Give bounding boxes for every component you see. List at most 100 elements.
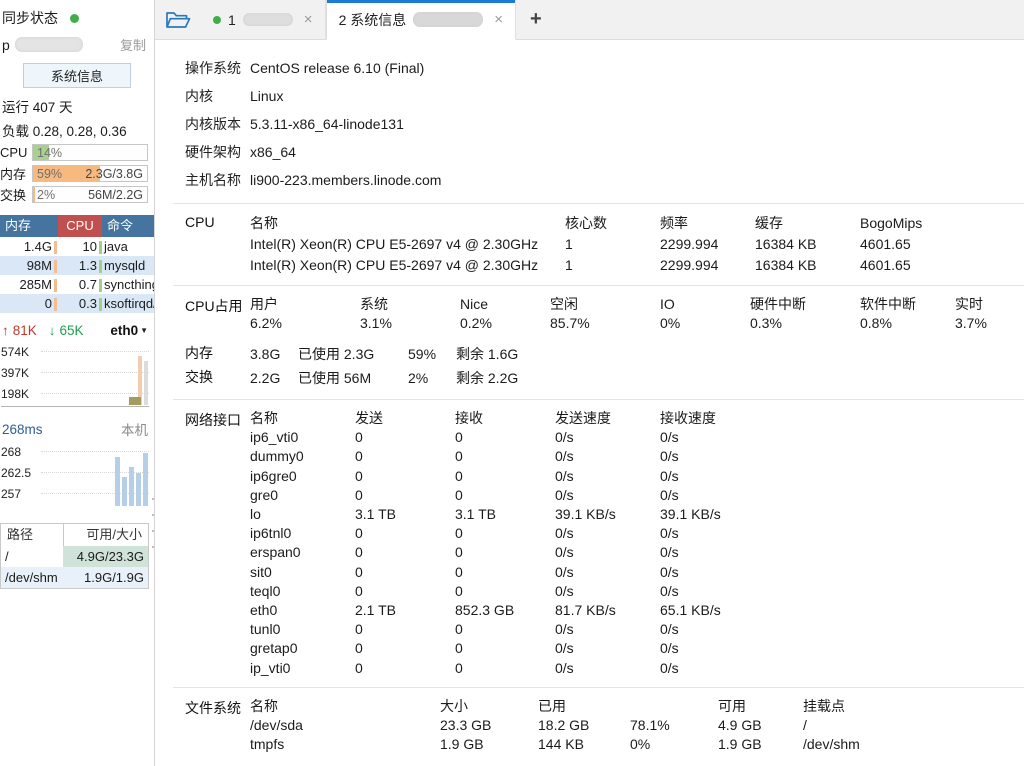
table-cell: 0	[455, 582, 555, 601]
table-cell: 4601.65	[860, 234, 1024, 255]
disk-header-free-size[interactable]: 可用/大小	[63, 524, 148, 546]
table-row: tmpfs1.9 GB144 KB0%1.9 GB/dev/shm	[250, 735, 1024, 754]
table-cell: 0/s	[660, 524, 1024, 543]
table-cell: 0/s	[660, 639, 1024, 658]
chart-bar	[144, 361, 148, 405]
table-cell: 0/s	[660, 620, 1024, 639]
table-row: ip6tnl0000/s0/s	[250, 524, 1024, 543]
table-cell: 0	[355, 659, 455, 678]
table-cell: 1.9G/1.9G	[63, 567, 148, 588]
folder-open-icon	[165, 10, 191, 30]
table-cell: 18.2 GB	[538, 716, 630, 735]
swap-used: 已使用 56M	[298, 368, 408, 388]
kernel-value: Linux	[250, 88, 283, 104]
redacted-host-address	[15, 37, 83, 52]
cpu-section: CPU 名称核心数频率缓存BogoMips Intel(R) Xeon(R) C…	[185, 213, 1024, 276]
network-monitor-header: ↑ 81K ↓ 65K eth0 ▼	[0, 313, 154, 341]
panel-resize-handle[interactable]	[150, 498, 155, 548]
process-header-cpu[interactable]: CPU	[58, 215, 102, 237]
table-cell: 0/s	[660, 543, 1024, 562]
tab-session-1[interactable]: 1 ×	[201, 0, 326, 39]
memory-gauge-detail: 2.3G/3.8G	[85, 167, 143, 181]
chart-bar	[115, 457, 120, 506]
table-cell: ip6_vti0	[250, 428, 355, 447]
section-divider	[173, 687, 1024, 688]
table-row: sit0000/s0/s	[250, 563, 1024, 582]
table-cell: 0	[455, 467, 555, 486]
table-cell: 0	[355, 563, 455, 582]
ping-latency-chart: 268 262.5 257	[1, 441, 149, 507]
swap-gauge-label: 交换	[0, 185, 32, 204]
info-row-arch: 硬件架构 x86_64	[185, 138, 1024, 166]
filesystem-section: 文件系统 名称大小已用可用挂载点 /dev/sda23.3 GB18.2 GB7…	[185, 697, 1024, 754]
table-row: ip6_vti0000/s0/s	[250, 428, 1024, 447]
table-row: /4.9G/23.3G	[1, 546, 148, 567]
table-cell: /dev/sda	[250, 716, 440, 735]
hostname-value: li900-223.members.linode.com	[250, 172, 441, 188]
memory-gauge-percent: 59%	[37, 167, 62, 181]
swap-section-label: 交换	[185, 366, 250, 390]
ping-chart-bars	[115, 450, 148, 506]
sync-status-row: 同步状态	[0, 4, 154, 30]
new-tab-button[interactable]: +	[516, 0, 556, 39]
table-cell: 4601.65	[860, 255, 1024, 276]
net-gridline	[41, 372, 149, 373]
table-cell: 0/s	[555, 563, 660, 582]
table-cell: 39.1 KB/s	[555, 505, 660, 524]
table-cell: 缓存	[755, 213, 860, 234]
table-cell: 81.7 KB/s	[555, 601, 660, 620]
network-traffic-chart: 574K 397K 198K	[1, 341, 149, 407]
table-cell: 0/s	[555, 582, 660, 601]
process-table: 内存 CPU 命令 1.4G10java98M1.3mysqld285M0.7s…	[0, 215, 154, 313]
memory-section: 内存 3.8G 已使用 2.3G 59% 剩余 1.6G	[185, 342, 1024, 366]
table-cell: 0.2%	[460, 314, 550, 333]
kernel-version-value: 5.3.11-x86_64-linode131	[250, 116, 404, 132]
copy-host-button[interactable]: 复制	[120, 35, 146, 54]
table-cell: 0	[355, 467, 455, 486]
table-cell: tmpfs	[250, 735, 440, 754]
table-cell: 接收	[455, 409, 555, 428]
table-cell: 3.1 TB	[355, 505, 455, 524]
table-cell: 10	[58, 237, 102, 256]
swap-free: 剩余 2.2G	[456, 368, 518, 388]
process-header-memory[interactable]: 内存	[0, 215, 58, 237]
disk-header-path[interactable]: 路径	[1, 524, 63, 546]
info-row-hostname: 主机名称 li900-223.members.linode.com	[185, 166, 1024, 194]
cpu-gauge-percent: 14%	[37, 146, 62, 160]
memory-detail-line: 3.8G 已使用 2.3G 59% 剩余 1.6G	[250, 342, 1024, 366]
process-header-command[interactable]: 命令	[102, 215, 154, 237]
disk-table-header: 路径 可用/大小	[1, 524, 148, 546]
table-cell: 2.1 TB	[355, 601, 455, 620]
system-info-button[interactable]: 系统信息	[23, 63, 131, 88]
process-table-header: 内存 CPU 命令	[0, 215, 154, 237]
section-divider	[173, 399, 1024, 400]
table-cell: 0	[455, 620, 555, 639]
tab1-label: 1	[228, 12, 236, 28]
close-icon[interactable]: ×	[494, 11, 503, 28]
table-cell: 0/s	[660, 467, 1024, 486]
table-cell: 挂载点	[803, 697, 1024, 716]
memory-used-percent: 59%	[408, 346, 456, 362]
cpu-gauge-row: CPU 14%	[0, 142, 154, 163]
kernel-label: 内核	[185, 86, 250, 106]
tab-system-info[interactable]: 2 系统信息 ×	[326, 0, 516, 40]
table-cell: 852.3 GB	[455, 601, 555, 620]
network-table-header: 名称发送接收发送速度接收速度	[250, 409, 1024, 428]
network-section-label: 网络接口	[185, 409, 250, 678]
table-cell: 0	[355, 639, 455, 658]
table-cell: 4.9 GB	[718, 716, 803, 735]
close-icon[interactable]: ×	[304, 11, 313, 28]
table-cell: 可用	[718, 697, 803, 716]
sync-status-label: 同步状态	[2, 8, 58, 28]
table-cell: IO	[660, 295, 750, 314]
table-row: gre0000/s0/s	[250, 486, 1024, 505]
download-arrow-icon: ↓	[49, 323, 56, 338]
interface-selector[interactable]: eth0 ▼	[110, 323, 148, 338]
table-cell: 3.7%	[955, 314, 1024, 333]
table-cell: 0	[355, 543, 455, 562]
net-gridline	[41, 393, 149, 394]
cpu-table-header: 名称核心数频率缓存BogoMips	[250, 213, 1024, 234]
table-cell: 0.7	[58, 275, 102, 294]
table-cell: 98M	[0, 256, 58, 275]
open-connection-button[interactable]	[155, 0, 201, 39]
